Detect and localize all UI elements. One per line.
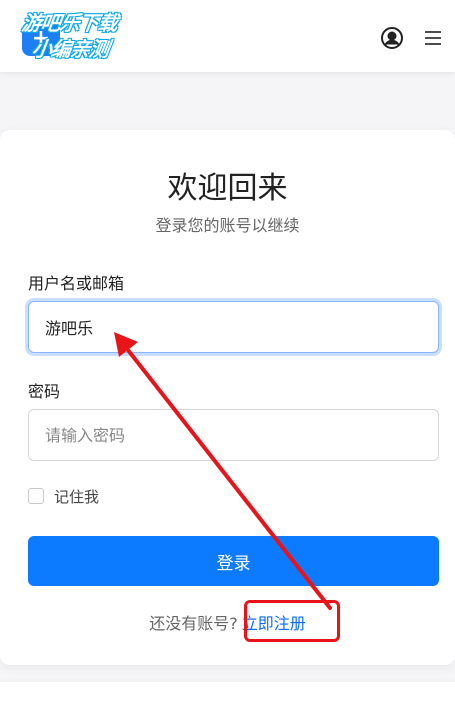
username-label: 用户名或邮箱 <box>28 274 125 293</box>
user-circle-icon[interactable] <box>380 26 404 50</box>
bottom-section <box>0 682 455 715</box>
hamburger-menu-icon[interactable] <box>424 28 442 48</box>
login-button[interactable]: 登录 <box>28 536 439 586</box>
password-label: 密码 <box>28 382 61 401</box>
remember-me[interactable]: 记住我 <box>28 486 99 506</box>
page-subtitle: 登录您的账号以继续 <box>155 216 300 235</box>
remember-checkbox[interactable] <box>28 488 44 504</box>
watermark-line1: 游吧乐下载 <box>20 11 119 35</box>
register-link[interactable]: 立即注册 <box>242 614 306 633</box>
register-prompt: 还没有账号? 立即注册 <box>0 610 455 634</box>
password-input[interactable] <box>28 409 439 461</box>
page-title: 欢迎回来 <box>167 171 288 206</box>
no-account-text: 还没有账号? <box>149 614 238 633</box>
username-input[interactable] <box>28 301 439 353</box>
watermark-line2: 小编亲测 <box>30 37 110 61</box>
top-navbar: + 游吧乐下载 小编亲测 <box>0 0 455 72</box>
remember-label: 记住我 <box>54 487 100 506</box>
watermark: 游吧乐下载 小编亲测 <box>16 10 153 62</box>
